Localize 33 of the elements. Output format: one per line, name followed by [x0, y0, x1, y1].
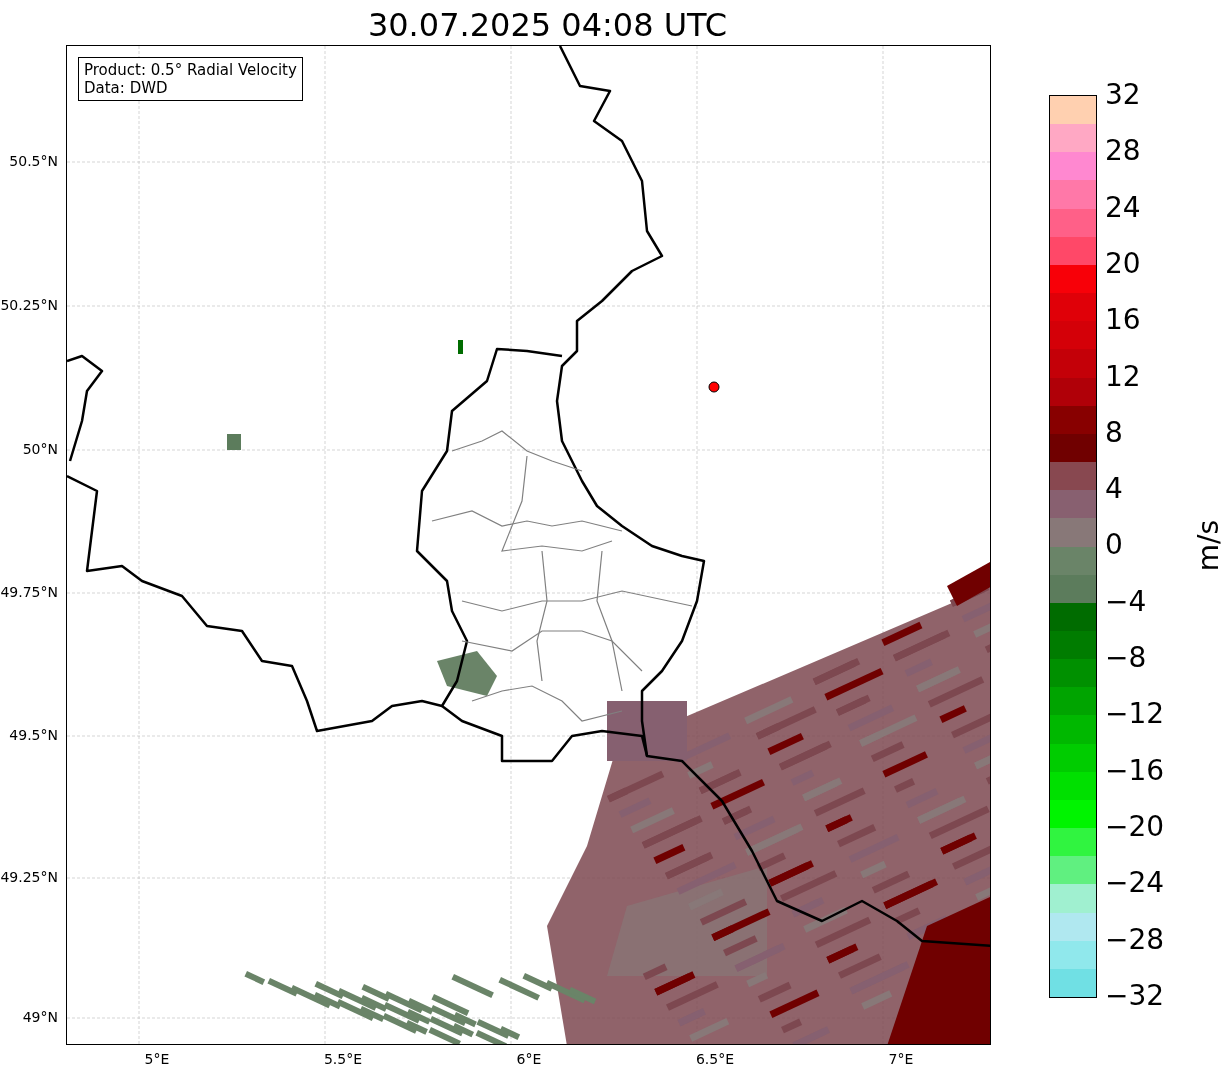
- colorbar-tick-label: 24: [1105, 192, 1141, 223]
- colorbar-tick-label: 12: [1105, 361, 1141, 392]
- colorbar-tick-label: 16: [1105, 305, 1141, 336]
- latitude-label: 50°N: [22, 441, 58, 457]
- colorbar-tick-label: −24: [1105, 868, 1165, 899]
- colorbar-unit-label: m/s: [1192, 519, 1225, 572]
- chart-title: 30.07.2025 04:08 UTC: [367, 5, 728, 45]
- latitude-label: 49.25°N: [0, 869, 58, 885]
- colorbar-tick-label: 20: [1105, 248, 1141, 279]
- latitude-label: 49.5°N: [9, 727, 58, 743]
- colorbar-tick-label: 4: [1105, 474, 1123, 505]
- longitude-label: 6.5°E: [695, 1051, 735, 1067]
- longitude-label: 5°E: [144, 1051, 170, 1067]
- longitude-label: 6°E: [516, 1051, 542, 1067]
- colorbar-tick-label: 0: [1105, 530, 1123, 561]
- longitude-label: 5.5°E: [323, 1051, 363, 1067]
- latitude-label: 49.75°N: [0, 584, 58, 600]
- colorbar-tick-label: 28: [1105, 136, 1141, 167]
- colorbar-tick-label: −12: [1105, 699, 1165, 730]
- colorbar-tick-label: −8: [1105, 643, 1147, 673]
- colorbar-tick-label: −4: [1105, 586, 1147, 617]
- colorbar-tick-label: −20: [1105, 811, 1165, 842]
- colorbar-tick-label: 32: [1105, 80, 1141, 110]
- colorbar-tick-label: −28: [1105, 924, 1165, 955]
- latitude-label: 49°N: [22, 1009, 58, 1025]
- colorbar-tick-label: −16: [1105, 755, 1165, 786]
- info-text: Product: 0.5° Radial Velocity: [84, 61, 297, 79]
- colorbar-tick-label: −32: [1105, 980, 1165, 1011]
- latitude-label: 50.5°N: [9, 153, 58, 169]
- info-text: Data: DWD: [84, 79, 169, 97]
- longitude-label: 7°E: [888, 1051, 914, 1067]
- colorbar-tick-label: 8: [1105, 417, 1123, 448]
- latitude-label: 50.25°N: [0, 297, 58, 313]
